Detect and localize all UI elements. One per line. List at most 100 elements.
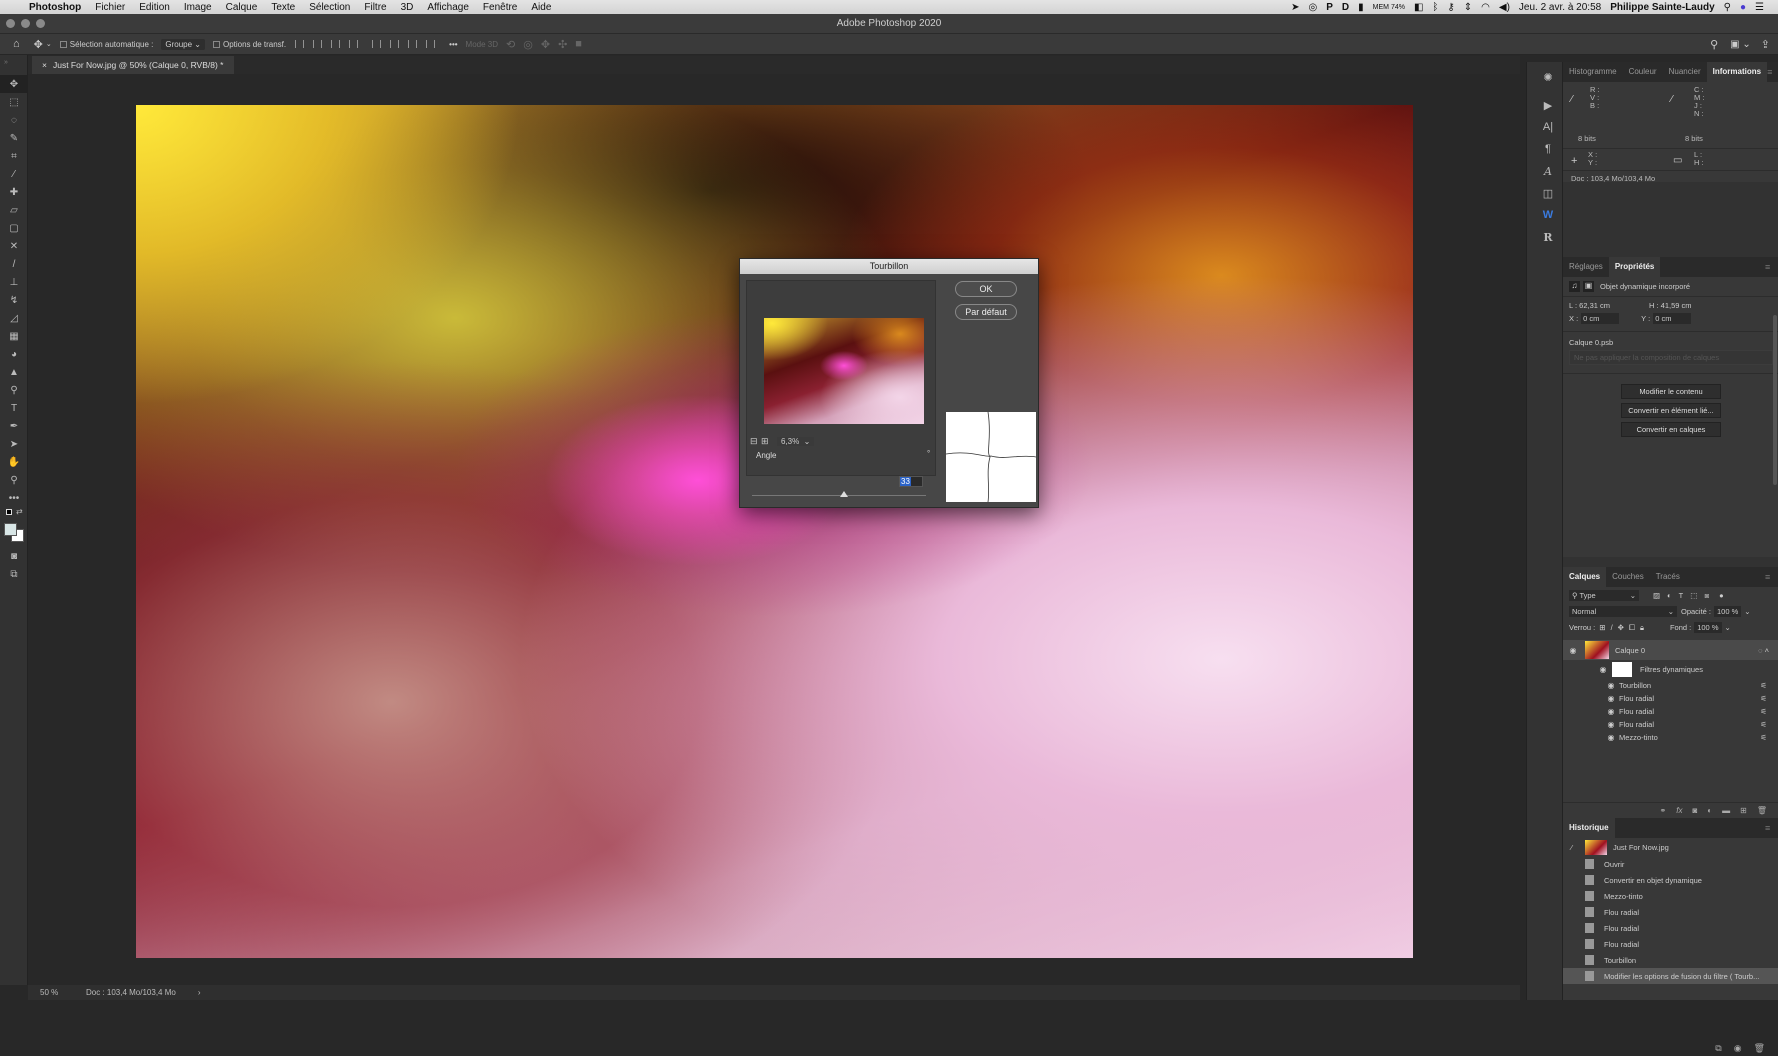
document-image[interactable] [136, 105, 1413, 958]
distribute-v-icon[interactable] [426, 40, 436, 48]
quick-select-tool[interactable]: ✎ [0, 129, 28, 147]
mask-icon[interactable]: ▣ [1583, 281, 1594, 292]
fx-icon[interactable]: fx [1676, 806, 1682, 815]
siri-icon[interactable]: ● [1740, 2, 1746, 13]
blending-options-icon[interactable]: ⚟ [1760, 733, 1767, 742]
align-hcenter-icon[interactable] [313, 40, 323, 48]
opacity-dropdown-icon[interactable]: ⌄ [1744, 607, 1750, 616]
tab-couches[interactable]: Couches [1606, 567, 1650, 587]
gradient-tool[interactable]: ▦ [0, 327, 28, 345]
blending-options-icon[interactable]: ⚟ [1760, 694, 1767, 703]
y-position-field[interactable]: 0 cm [1653, 313, 1692, 324]
history-brush-source-icon[interactable]: ⁄ [1571, 843, 1583, 852]
content-aware-move-tool[interactable]: ✕ [0, 237, 28, 255]
marquee-tool[interactable]: ⬚ [0, 93, 28, 111]
smart-filter-options-icon[interactable]: ◌ ˄ [1758, 646, 1769, 655]
info-panel-menu-icon[interactable]: ≡ [1767, 62, 1778, 82]
d-app-icon[interactable]: D [1342, 2, 1349, 13]
properties-panel-menu-icon[interactable]: ≡ [1765, 257, 1778, 277]
user-name[interactable]: Philippe Sainte-Laudy [1610, 2, 1714, 13]
lock-position-icon[interactable]: ✥ [1618, 623, 1624, 632]
smart-filter-name[interactable]: Flou radial [1619, 707, 1654, 716]
tab-reglages[interactable]: Réglages [1563, 257, 1609, 277]
foreground-color-swatch[interactable] [4, 523, 17, 536]
screen-mode-icon[interactable]: ⧉ [0, 565, 28, 583]
filter-type-icon[interactable]: T [1679, 591, 1684, 600]
crop-tool[interactable]: ⌗ [0, 147, 28, 165]
filter-visibility-icon[interactable]: ◉ [1605, 707, 1617, 716]
menu-app[interactable]: Photoshop [22, 2, 88, 13]
home-icon[interactable]: ⌂ [13, 38, 20, 50]
menu-fichier[interactable]: Fichier [88, 2, 132, 13]
align-right-icon[interactable] [331, 40, 341, 48]
zoom-out-icon[interactable]: ⊟ [750, 436, 758, 447]
blending-options-icon[interactable]: ⚟ [1760, 681, 1767, 690]
history-step[interactable]: Mezzo-tinto [1563, 888, 1778, 904]
default-button[interactable]: Par défaut [955, 304, 1017, 320]
preview-image[interactable] [764, 318, 924, 424]
snapshot-camera-icon[interactable]: ◉ [1734, 1043, 1742, 1054]
bandage-tool[interactable]: ▱ [0, 201, 28, 219]
delete-state-icon[interactable]: 🗑︎ [1754, 1043, 1765, 1054]
workspace-icon[interactable]: ▣ ⌄ [1730, 39, 1751, 50]
move-tool[interactable]: ✥ [0, 75, 28, 93]
minimize-window-button[interactable] [21, 19, 30, 28]
menu-edition[interactable]: Edition [132, 2, 177, 13]
menu-calque[interactable]: Calque [219, 2, 265, 13]
smart-filter-mask-thumbnail[interactable] [1612, 662, 1632, 677]
smart-filter-name[interactable]: Flou radial [1619, 694, 1654, 703]
tab-proprietes[interactable]: Propriétés [1608, 257, 1661, 277]
align-top-icon[interactable] [372, 40, 382, 48]
location-icon[interactable]: ➤ [1291, 2, 1299, 13]
share-icon[interactable]: ⇪ [1761, 38, 1770, 51]
history-panel-menu-icon[interactable]: ≡ [1765, 818, 1778, 838]
distribute-h-icon[interactable] [349, 40, 359, 48]
auto-select-dropdown[interactable]: Groupe ⌄ [161, 38, 205, 50]
swap-colors-icon[interactable]: ⇄ [16, 507, 23, 516]
history-step[interactable]: Flou radial [1563, 936, 1778, 952]
align-bottom-icon[interactable] [408, 40, 418, 48]
collapse-toolbar-icon[interactable]: » [0, 55, 27, 75]
smart-filters-visibility-icon[interactable]: ◉ [1597, 665, 1609, 674]
x-position-field[interactable]: 0 cm [1581, 313, 1620, 324]
filter-visibility-icon[interactable]: ◉ [1605, 733, 1617, 742]
fill-field[interactable]: 100 % [1694, 622, 1722, 633]
history-step[interactable]: Convertir en objet dynamique [1563, 872, 1778, 888]
default-colors-icon[interactable]: ⇄ [0, 507, 27, 521]
new-layer-icon[interactable]: ⊞ [1740, 806, 1747, 815]
wifi-icon[interactable]: ◠ [1481, 2, 1490, 13]
menu-affichage[interactable]: Affichage [420, 2, 476, 13]
tab-traces[interactable]: Tracés [1650, 567, 1686, 587]
spotlight-icon[interactable]: ⚲ [1724, 2, 1731, 13]
blending-options-icon[interactable]: ⚟ [1760, 720, 1767, 729]
document-tab[interactable]: × Just For Now.jpg @ 50% (Calque 0, RVB/… [32, 56, 234, 74]
flashlight-icon[interactable]: ▮ [1358, 2, 1364, 13]
lock-transparency-icon[interactable]: ⊞ [1599, 623, 1605, 632]
notification-center-icon[interactable]: ☰ [1755, 2, 1764, 13]
fill-dropdown-icon[interactable]: ⌄ [1725, 623, 1731, 632]
convert-to-linked-button[interactable]: Convertir en élément lié... [1621, 403, 1721, 418]
menu-selection[interactable]: Sélection [302, 2, 357, 13]
stamp-tool[interactable]: ⊥ [0, 273, 28, 291]
pen-tool[interactable]: ✒ [0, 417, 28, 435]
ok-button[interactable]: OK [955, 281, 1017, 297]
smart-filter-name[interactable]: Tourbillon [1619, 681, 1651, 690]
search-icon[interactable]: ⚲ [1710, 38, 1718, 51]
auto-select-checkbox[interactable]: Sélection automatique : [59, 40, 153, 49]
p-app-icon[interactable]: P [1326, 2, 1333, 13]
history-step[interactable]: Tourbillon [1563, 952, 1778, 968]
tab-couleur[interactable]: Couleur [1623, 62, 1663, 82]
zoom-level[interactable]: 50 % [40, 988, 70, 997]
angle-slider-knob[interactable] [840, 491, 849, 497]
menu-3d[interactable]: 3D [394, 2, 421, 13]
tab-calques[interactable]: Calques [1563, 567, 1607, 587]
lock-pixels-icon[interactable]: / [1611, 623, 1613, 632]
filter-preview[interactable]: ⊟ ⊞ 6,3% ⌄ [746, 280, 936, 476]
edit-contents-button[interactable]: Modifier le contenu [1621, 384, 1721, 399]
layer-row-calque-0[interactable]: ◉ Calque 0 ◌ ˄ [1563, 640, 1778, 660]
tab-histogramme[interactable]: Histogramme [1563, 62, 1623, 82]
key-icon[interactable]: ⚷ [1447, 2, 1454, 13]
filter-visibility-icon[interactable]: ◉ [1605, 694, 1617, 703]
volume-icon[interactable]: ◀) [1499, 2, 1510, 13]
healing-tool[interactable]: ✚ [0, 183, 28, 201]
